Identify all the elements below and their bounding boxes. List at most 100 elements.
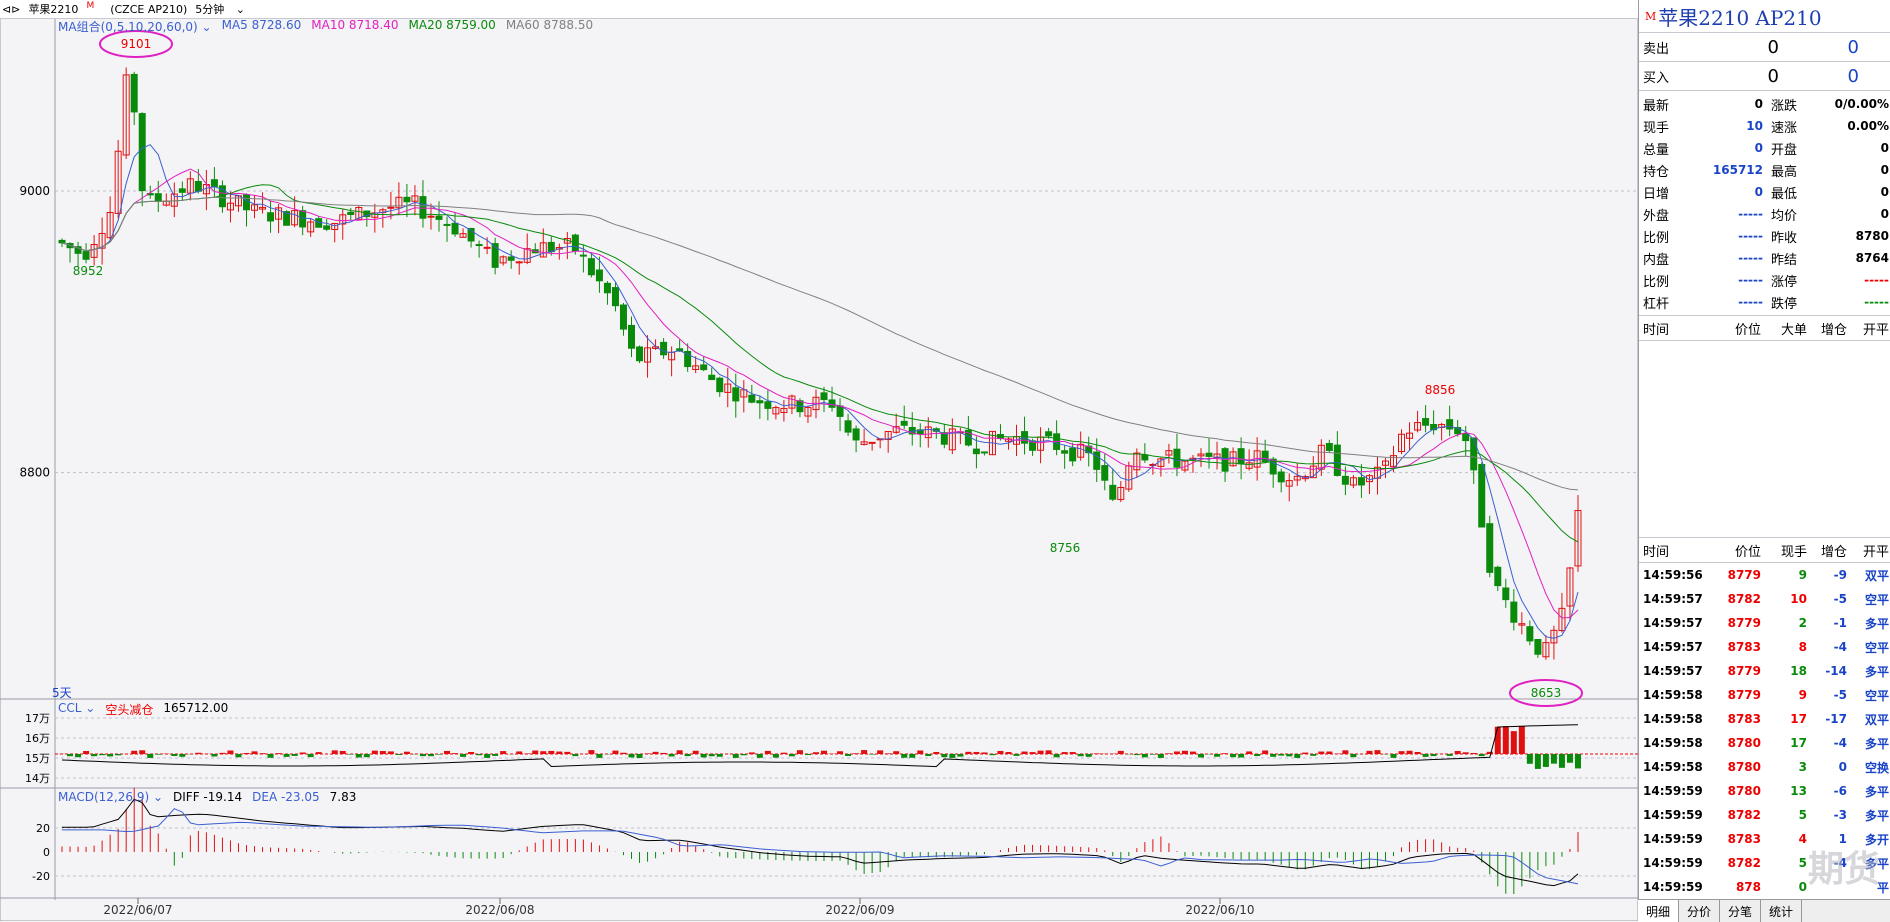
ccl-bar: [1118, 751, 1124, 754]
tick-volume: 9: [1761, 568, 1807, 582]
ccl-bar: [1182, 751, 1188, 754]
panel-tabs: 明细分价分笔统计: [1638, 899, 1890, 922]
tick-time: 14:59:58: [1639, 688, 1723, 702]
candle-body: [548, 242, 554, 251]
candle-body: [1142, 455, 1148, 460]
tick-row[interactable]: 14:59:5787838-4空平: [1639, 635, 1890, 659]
ccl-bar: [997, 751, 1003, 754]
stat-value: 0: [1831, 185, 1889, 199]
candle-body: [484, 247, 490, 248]
macd-diff: DIFF -19.14: [173, 790, 242, 804]
candle-body: [1447, 420, 1453, 429]
candle-body: [1102, 466, 1108, 481]
stat-value: -----: [1693, 251, 1763, 265]
tick-volume: 17: [1761, 736, 1807, 750]
stats-row: 比例 ----- 涨停 -----: [1639, 269, 1890, 291]
tick-time: 14:59:59: [1639, 808, 1723, 822]
tick-row[interactable]: 14:59:59878013-6多平: [1639, 779, 1890, 803]
candle-body: [749, 395, 755, 402]
ccl-bar: [677, 750, 683, 754]
candle-body: [476, 245, 482, 246]
ccl-bar: [1078, 754, 1084, 756]
column-header: 价位: [1723, 541, 1761, 560]
candle-body: [1326, 444, 1332, 451]
ccl-bar: [1366, 751, 1372, 754]
panel-tab[interactable]: 分笔: [1720, 900, 1761, 922]
ccl-bar: [1174, 751, 1180, 754]
macd-diff-line: [62, 799, 1578, 885]
tick-price: 8779: [1723, 688, 1761, 702]
buy-row[interactable]: 买入 0 0: [1639, 62, 1890, 91]
ccl-bar: [556, 752, 562, 754]
symbol-label[interactable]: 苹果2210M: [28, 1, 102, 17]
tick-type: 多平: [1847, 663, 1889, 680]
tick-row[interactable]: 14:59:58878317-17双平: [1639, 707, 1890, 731]
candle-body: [1527, 627, 1533, 641]
ccl-bar: [179, 754, 185, 757]
tick-row[interactable]: 14:59:5687799-9双平: [1639, 563, 1890, 587]
tick-volume: 13: [1761, 784, 1807, 798]
ccl-bar: [973, 752, 979, 754]
ccl-bar: [749, 752, 755, 754]
panel-tab[interactable]: 统计: [1761, 900, 1802, 922]
tick-row[interactable]: 14:59:57877918-14多平: [1639, 659, 1890, 683]
column-header: 大单: [1761, 319, 1807, 338]
stat-label: 跌停: [1763, 293, 1831, 312]
ccl-bar: [452, 753, 458, 754]
candle-body: [1495, 567, 1501, 585]
ccl-bar: [661, 753, 667, 754]
ma-group-label[interactable]: MA组合(0,5,10,20,60,0) ⌄: [58, 18, 212, 35]
date-label: 2022/06/10: [1185, 903, 1254, 917]
tick-type: 双平: [1847, 567, 1889, 584]
ccl-name[interactable]: CCL ⌄: [58, 701, 95, 718]
ccl-bar: [717, 754, 723, 757]
ccl-bar: [548, 751, 554, 754]
price-tick-label: 9000: [19, 184, 50, 198]
tick-volume: 17: [1761, 712, 1807, 726]
tick-row[interactable]: 14:59:57878210-5空平: [1639, 587, 1890, 611]
candle-body: [452, 223, 458, 234]
column-header: 时间: [1639, 319, 1723, 338]
tick-row[interactable]: 14:59:58878030空换: [1639, 755, 1890, 779]
ccl-bar: [909, 754, 915, 758]
candle-body: [837, 406, 843, 416]
candle-body: [1174, 449, 1180, 467]
ccl-bar: [1350, 754, 1356, 757]
tick-time: 14:59:57: [1639, 664, 1723, 678]
tick-row[interactable]: 14:59:5887799-5空平: [1639, 683, 1890, 707]
tick-type: 空平: [1847, 687, 1889, 704]
ccl-bar: [933, 752, 939, 754]
period-selector[interactable]: 5分钟 ⌄: [195, 1, 253, 17]
ccl-bar: [620, 753, 626, 754]
stat-label: 外盘: [1639, 205, 1693, 224]
stats-row: 日增 0 最低 0: [1639, 181, 1890, 203]
ccl-bar: [1415, 752, 1421, 754]
tick-row[interactable]: 14:59:5987825-3多平: [1639, 803, 1890, 827]
tick-oi-change: -4: [1807, 640, 1847, 654]
ccl-bar: [284, 754, 290, 757]
tick-row[interactable]: 14:59:5787792-1多平: [1639, 611, 1890, 635]
chart-area[interactable]: 900088009101865389528856875617万16万15万14万…: [0, 0, 1638, 921]
ccl-bar: [797, 750, 803, 754]
candle-body: [821, 393, 827, 400]
tick-volume: 10: [1761, 592, 1807, 606]
ccl-bar: [476, 754, 482, 755]
tick-price: 8779: [1723, 568, 1761, 582]
tick-volume: 3: [1761, 760, 1807, 774]
ma20-label: MA20 8759.00: [409, 18, 496, 35]
chart-nav-icon[interactable]: ⊲⊳: [2, 3, 20, 16]
ccl-bar: [1447, 754, 1453, 756]
candle-body: [901, 421, 907, 425]
macd-tick-label: -20: [32, 870, 50, 883]
panel-tab[interactable]: 分价: [1679, 900, 1720, 922]
macd-value: 7.83: [330, 790, 357, 804]
panel-tab[interactable]: 明细: [1638, 900, 1679, 922]
ccl-bar: [1495, 727, 1501, 754]
candle-body: [195, 181, 201, 191]
sell-row[interactable]: 卖出 0 0: [1639, 33, 1890, 62]
tick-row[interactable]: 14:59:58878017-4多平: [1639, 731, 1890, 755]
ccl-bar: [1158, 754, 1164, 758]
macd-name[interactable]: MACD(12,26,9) ⌄: [58, 790, 163, 804]
kline-chart[interactable]: 900088009101865389528856875617万16万15万14万…: [0, 0, 1638, 921]
candle-body: [348, 212, 354, 214]
